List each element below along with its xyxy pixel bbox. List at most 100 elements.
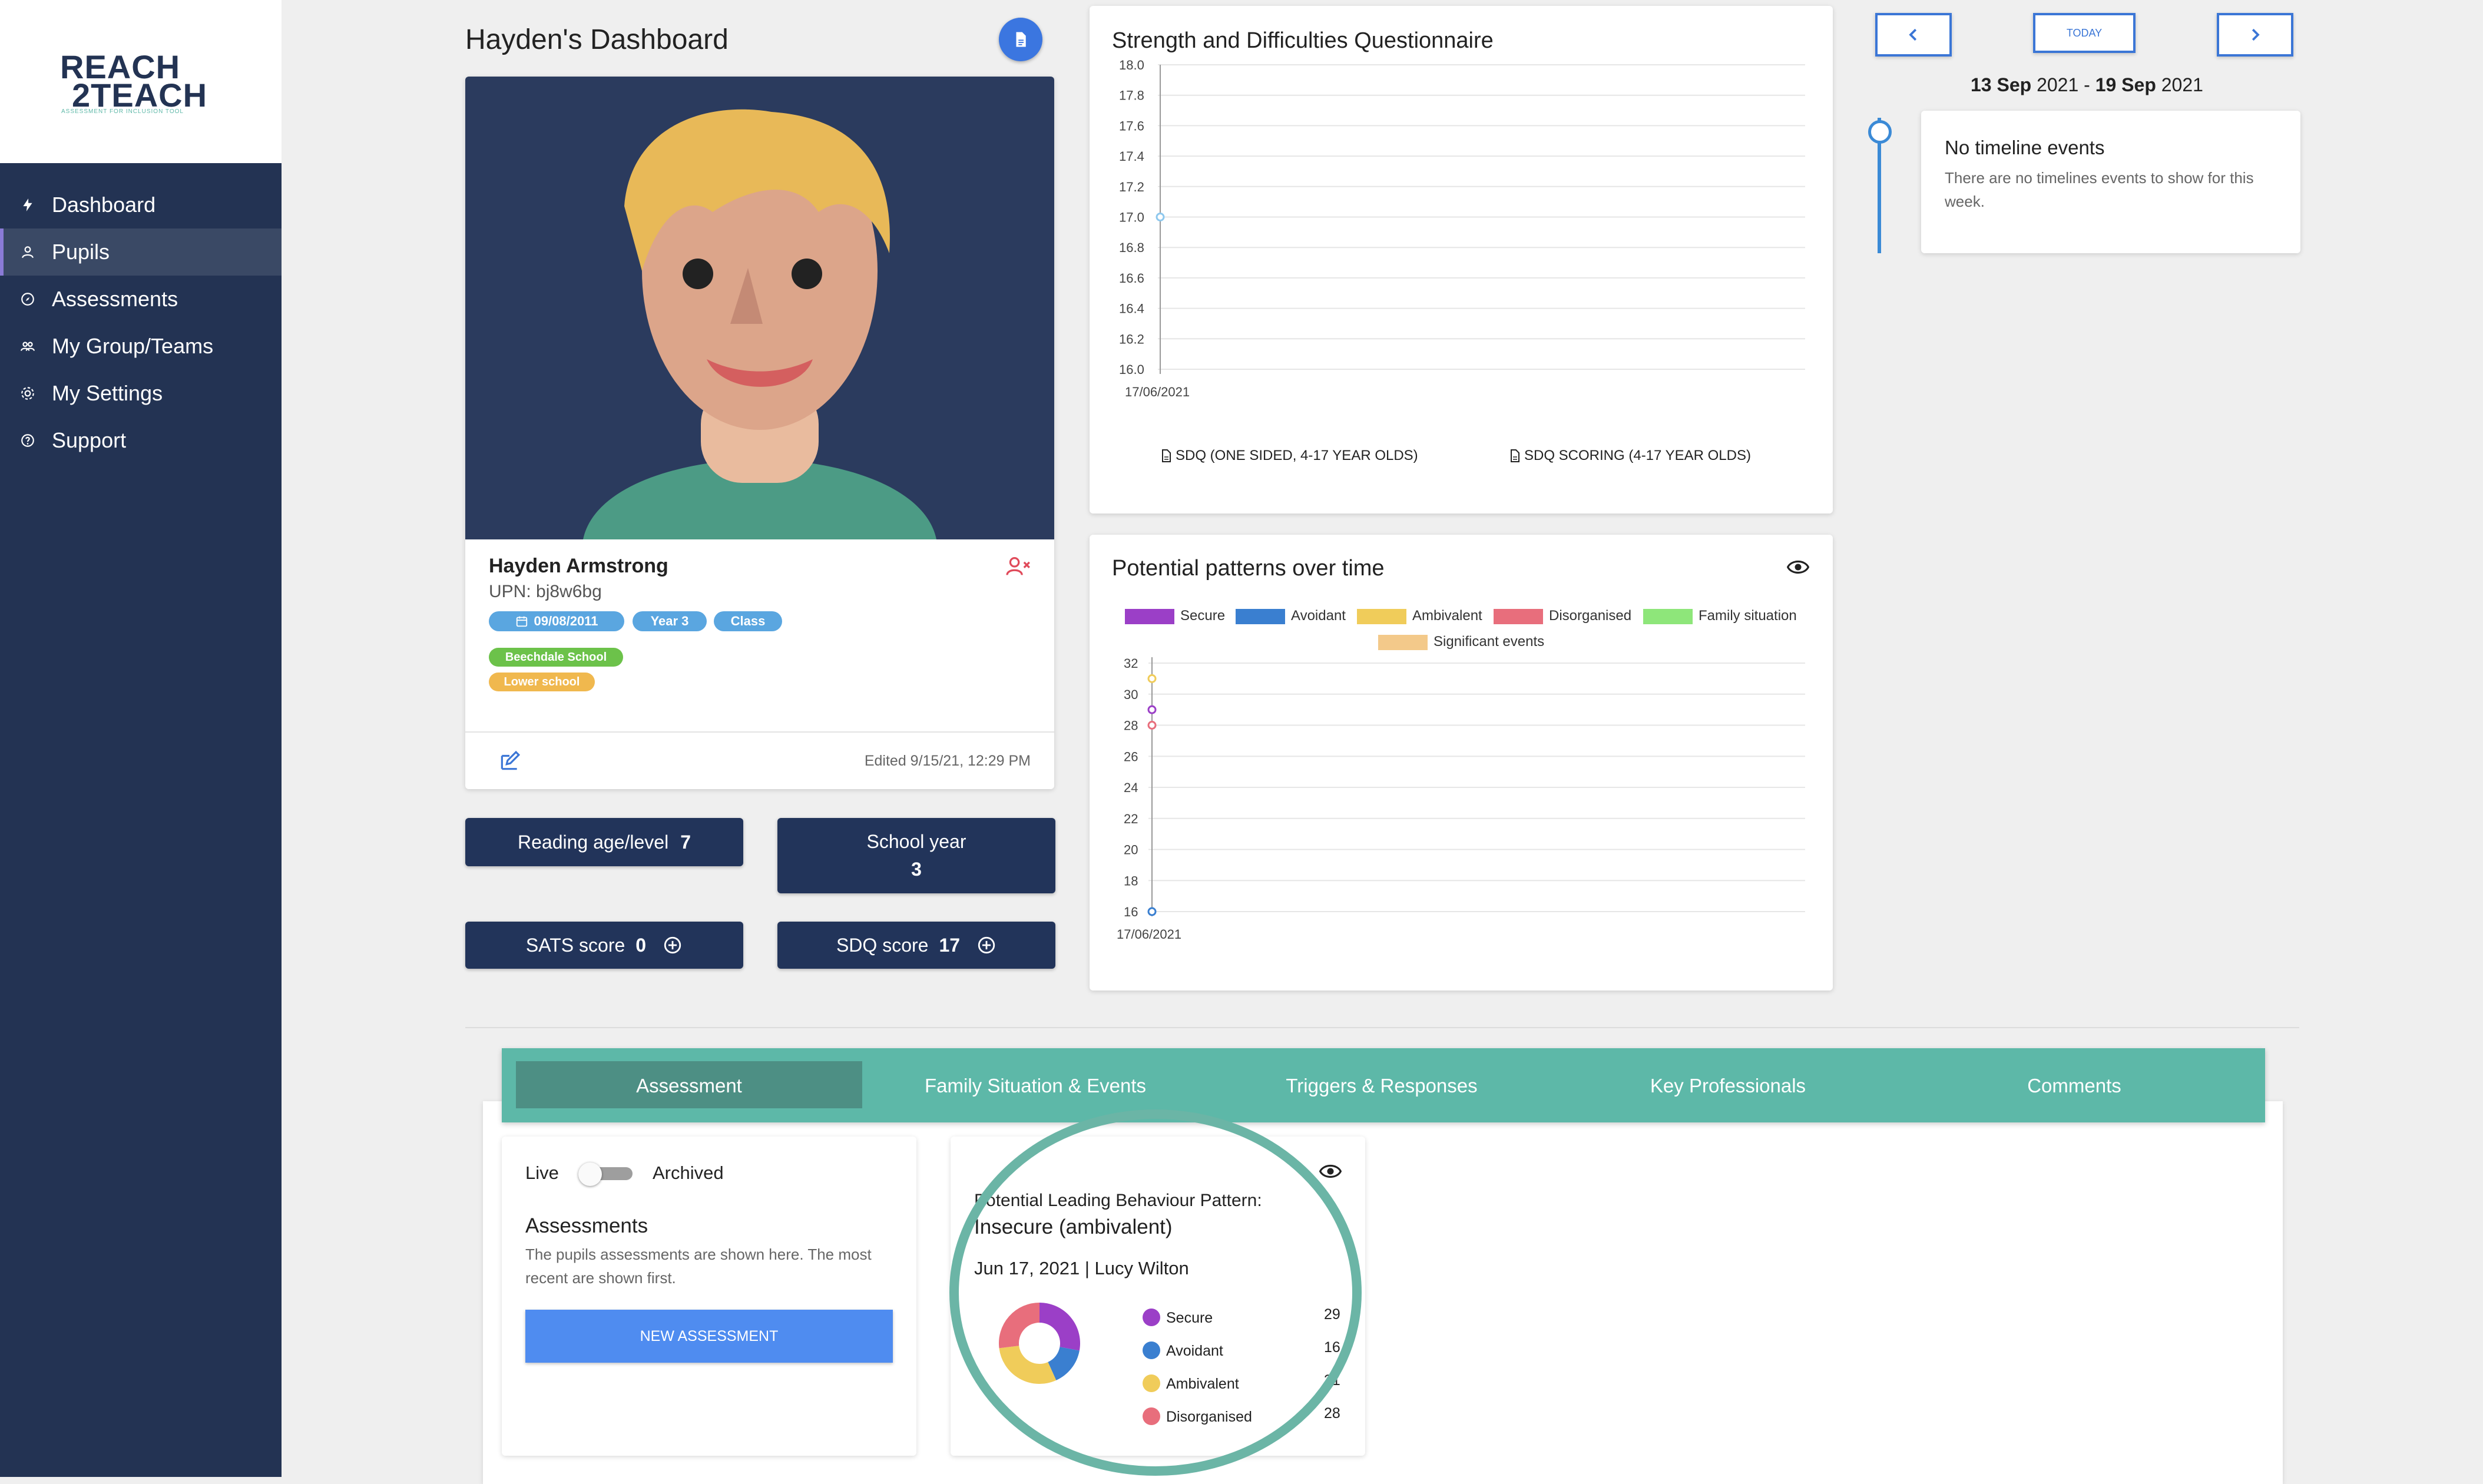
y-tick-label: 20 (1124, 843, 1138, 857)
sidebar-item-label: Dashboard (52, 193, 156, 217)
y-tick-label: 30 (1124, 687, 1138, 702)
sdq-score-label: SDQ score (836, 934, 929, 956)
assessments-description: The pupils assessments are shown here. T… (525, 1246, 872, 1287)
sidebar-item-label: Pupils (52, 240, 110, 264)
year-badge: Year 3 (633, 611, 707, 631)
y-tick-label: 17.0 (1119, 210, 1144, 225)
sats-score-label: SATS score (525, 934, 625, 956)
avatar (465, 77, 1054, 539)
pupil-upn: UPN: bj8w6bg (489, 582, 602, 601)
edit-icon[interactable] (498, 750, 521, 773)
sdq-link-one-sided[interactable]: SDQ (ONE SIDED, 4-17 YEAR OLDS) (1159, 448, 1418, 464)
pattern-point-ambivalent (1147, 674, 1157, 683)
school-year-label: School year (866, 831, 966, 852)
chevron-left-icon (1909, 28, 1917, 41)
live-label: Live (525, 1162, 559, 1183)
reading-age-button[interactable]: Reading age/level 7 (465, 818, 743, 866)
assessments-card: Live Archived Assessments The pupils ass… (502, 1137, 916, 1456)
range-start-year: 2021 (2037, 74, 2079, 95)
sidebar-item-label: Assessments (52, 287, 178, 311)
pupil-name: Hayden Armstrong (489, 555, 668, 577)
phase-badge: Lower school (489, 673, 595, 691)
highlight-circle (949, 1109, 1362, 1476)
sdq-chart: 18.0 17.8 17.6 17.4 17.2 17.0 16.8 16.6 16.4 16.2… (1119, 58, 1805, 399)
reading-age-value: 7 (680, 831, 691, 853)
calendar-icon (516, 616, 527, 627)
document-icon (1162, 449, 1171, 462)
sats-score-button[interactable]: SATS score 0 (465, 922, 743, 969)
gear-icon (21, 387, 34, 400)
timeline-event-card: No timeline events There are no timeline… (1921, 111, 2300, 253)
new-assessment-button[interactable]: NEW ASSESSMENT (525, 1310, 893, 1363)
sdq-link-scoring[interactable]: SDQ SCORING (4-17 YEAR OLDS) (1508, 448, 1751, 464)
y-tick-label: 26 (1124, 749, 1138, 764)
sidebar-item-assessments[interactable]: Assessments (0, 276, 282, 323)
sidebar-item-pupils[interactable]: Pupils (0, 228, 282, 276)
logo-tagline: ASSESSMENT FOR INCLUSION TOOL (61, 108, 184, 115)
y-tick-label: 16.0 (1119, 362, 1144, 377)
patterns-chart: 32 30 28 26 24 22 20 18 16 17/06/2021 (1117, 656, 1805, 942)
pattern-point-avoidant (1147, 907, 1157, 916)
sidebar-item-groups[interactable]: My Group/Teams (0, 323, 282, 370)
add-circle-icon[interactable] (663, 935, 683, 955)
y-tick-label: 16.2 (1119, 332, 1144, 346)
reading-age-label: Reading age/level (518, 831, 669, 853)
tab-key-professionals[interactable]: Key Professionals (1555, 1049, 1901, 1122)
sidebar-item-label: My Group/Teams (52, 334, 214, 358)
school-year-button[interactable]: School year 3 (777, 818, 1055, 893)
sdq-score-button[interactable]: SDQ score 17 (777, 922, 1055, 969)
sdq-link-scoring-label: SDQ SCORING (4-17 YEAR OLDS) (1524, 448, 1751, 463)
section-divider (465, 1027, 2299, 1028)
assessments-title: Assessments (525, 1214, 648, 1237)
profile-card: Hayden Armstrong UPN: bj8w6bg 09/08/2011… (465, 77, 1054, 789)
school-year-value: 3 (911, 859, 922, 880)
logo[interactable]: REACH 2TEACH ASSESSMENT FOR INCLUSION TO… (0, 0, 282, 163)
sidebar-item-support[interactable]: Support (0, 417, 282, 464)
range-end-year: 2021 (2161, 74, 2203, 95)
today-button[interactable]: TODAY (2033, 13, 2136, 53)
pattern-point-disorganised (1147, 721, 1157, 730)
next-week-button[interactable] (2217, 13, 2293, 57)
help-circle-icon (21, 434, 34, 447)
group-icon (21, 342, 35, 351)
tab-assessment[interactable]: Assessment (516, 1049, 862, 1122)
report-button[interactable] (999, 18, 1042, 61)
y-tick-label: 18 (1124, 873, 1138, 888)
x-tick-label: 17/06/2021 (1125, 385, 1190, 399)
sidebar-item-label: My Settings (52, 381, 163, 405)
week-range: 13 Sep 2021 - 19 Sep 2021 (1971, 74, 2203, 96)
sidebar-item-label: Support (52, 428, 127, 452)
divider (465, 731, 1054, 733)
person-icon (22, 246, 34, 259)
sidebar-item-dashboard[interactable]: Dashboard (0, 181, 282, 228)
add-circle-icon[interactable] (976, 935, 996, 955)
timeline-event-text: There are no timelines events to show fo… (1945, 169, 2254, 210)
sdq-chart-card: Strength and Difficulties Questionnaire … (1090, 6, 1833, 514)
remove-pupil-icon[interactable] (1005, 556, 1031, 577)
compass-icon (21, 293, 34, 306)
y-tick-label: 28 (1124, 718, 1138, 733)
y-tick-label: 17.2 (1119, 180, 1144, 194)
edited-timestamp: Edited 9/15/21, 12:29 PM (864, 753, 1031, 769)
y-tick-label: 18.0 (1119, 58, 1144, 72)
tab-comments[interactable]: Comments (1901, 1049, 2247, 1122)
dob-badge: 09/08/2011 (489, 611, 624, 631)
y-tick-label: 17.4 (1119, 149, 1144, 164)
y-tick-label: 16.8 (1119, 240, 1144, 255)
logo-line2: 2TEACH (72, 77, 208, 114)
page-title: Hayden's Dashboard (465, 24, 729, 55)
school-badge: Beechdale School (489, 648, 623, 667)
class-badge: Class (714, 611, 782, 631)
range-end: 19 Sep (2095, 74, 2156, 95)
patterns-chart-card: Potential patterns over time Secure Avoid… (1090, 535, 1833, 991)
chevron-right-icon (2252, 28, 2260, 41)
y-tick-label: 24 (1124, 780, 1138, 795)
document-icon (1016, 32, 1026, 47)
sdq-point (1156, 213, 1165, 221)
previous-week-button[interactable] (1875, 13, 1952, 57)
y-tick-label: 17.8 (1119, 88, 1144, 103)
sidebar-item-settings[interactable]: My Settings (0, 370, 282, 417)
range-start: 13 Sep (1971, 74, 2032, 95)
y-tick-label: 22 (1124, 811, 1138, 826)
live-archived-toggle[interactable] (578, 1162, 635, 1186)
